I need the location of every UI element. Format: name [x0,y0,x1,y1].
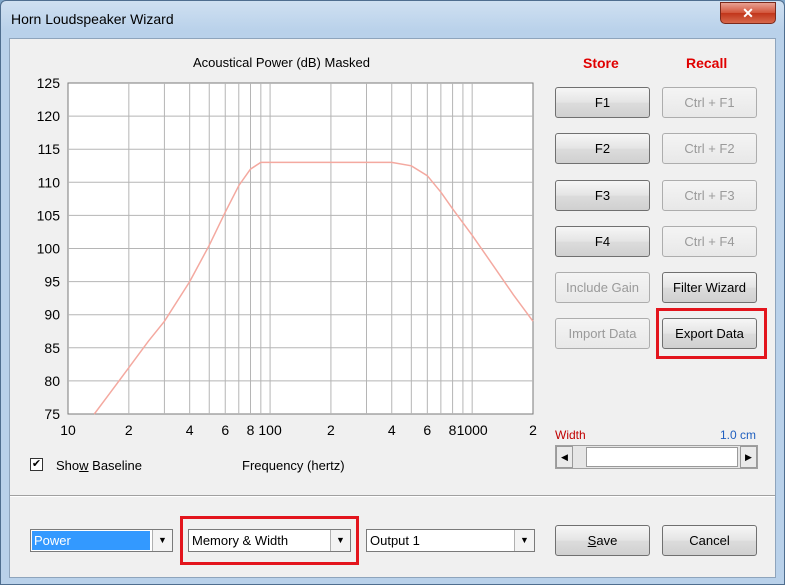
x-tick-label: 100 [258,422,282,438]
include-gain-button[interactable]: Include Gain [555,272,650,303]
y-tick-label: 115 [38,141,61,157]
store-f1-button[interactable]: F1 [555,87,650,118]
x-tick-label: 8 [449,422,457,438]
y-tick-label: 75 [44,406,60,422]
output-combo[interactable]: Output 1 ▼ [366,529,535,552]
x-tick-label: 10 [60,422,76,438]
store-header: Store [583,55,619,71]
horn-wizard-window: Horn Loudspeaker Wizard ✕ Acoustical Pow… [0,0,785,585]
scroll-thumb[interactable] [586,447,738,467]
output-combo-value: Output 1 [370,533,420,548]
y-tick-label: 120 [37,108,61,124]
x-tick-label: 6 [423,422,431,438]
recall-header: Recall [686,55,728,71]
x-tick-label: 1000 [457,422,488,438]
show-baseline-checkbox[interactable]: ✔ [30,458,43,471]
store-f2-button[interactable]: F2 [555,133,650,164]
x-tick-label: 2 [529,422,537,438]
show-baseline-label[interactable]: Show Baseline [56,458,142,473]
width-value: 1.0 cm [720,428,757,442]
filter-wizard-button[interactable]: Filter Wizard [662,272,757,303]
mode-combo-value: Power [32,531,150,550]
separator [10,495,775,497]
memory-width-highlight [180,516,359,565]
y-tick-label: 100 [37,241,61,257]
label-part: Baseline [88,458,143,473]
y-tick-label: 95 [44,274,60,290]
label-part: Sho [56,458,80,473]
y-tick-label: 80 [44,373,60,389]
chevron-down-icon[interactable]: ▼ [514,530,534,551]
y-tick-label: 110 [38,174,61,190]
x-tick-label: 2 [125,422,133,438]
x-tick-label: 8 [247,422,255,438]
store-f4-button[interactable]: F4 [555,226,650,257]
save-button[interactable]: Save [555,525,650,556]
save-label-rest: ave [596,533,618,548]
scroll-right-icon[interactable]: ▶ [740,446,757,468]
y-tick-label: 125 [37,75,61,91]
y-tick-label: 90 [44,307,60,323]
recall-f1-button[interactable]: Ctrl + F1 [662,87,757,118]
x-tick-label: 2 [327,422,335,438]
width-label: Width [555,428,586,442]
import-data-button[interactable]: Import Data [555,318,650,349]
x-axis-label: Frequency (hertz) [242,458,345,473]
x-tick-label: 6 [221,422,229,438]
x-tick-label: 4 [186,422,194,438]
chevron-down-icon[interactable]: ▼ [152,530,172,551]
x-tick-label: 4 [388,422,396,438]
y-tick-label: 85 [44,340,60,356]
export-data-highlight [656,308,767,359]
recall-f2-button[interactable]: Ctrl + F2 [662,133,757,164]
y-tick-label: 105 [37,207,61,223]
mode-combo[interactable]: Power ▼ [30,529,173,552]
close-button[interactable]: ✕ [720,2,776,24]
client-area: Acoustical Power (dB) Masked 75 80 85 90 95 1… [9,38,776,578]
power-chart: 758085909510010511011512012510 2 4 6 8 100 2 4 6… [37,75,537,438]
cancel-button[interactable]: Cancel [662,525,757,556]
window-title: Horn Loudspeaker Wizard [11,11,174,27]
recall-f4-button[interactable]: Ctrl + F4 [662,226,757,257]
scroll-left-icon[interactable]: ◀ [556,446,573,468]
store-f3-button[interactable]: F3 [555,180,650,211]
width-scrollbar[interactable]: ◀ ▶ [555,445,758,469]
label-mnemonic: w [79,458,89,473]
recall-f3-button[interactable]: Ctrl + F3 [662,180,757,211]
